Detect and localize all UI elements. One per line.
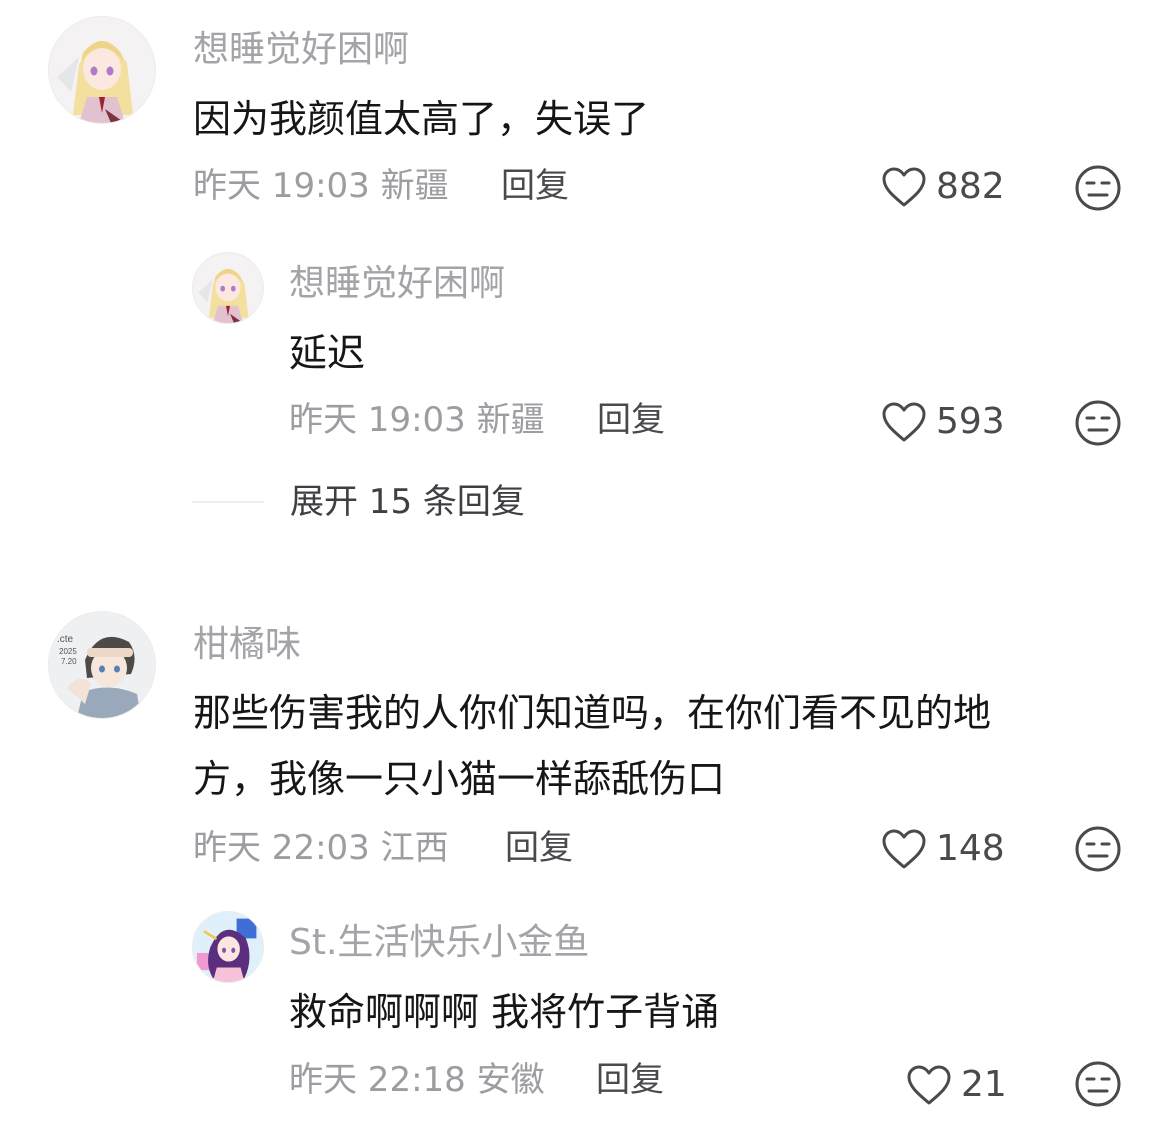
svg-text:2025: 2025 [59, 647, 77, 656]
comment-meta: 昨天 22:03 江西 [193, 828, 449, 868]
comment-content-line: 那些伤害我的人你们知道吗，在你们看不见的地 [193, 691, 992, 735]
neutral-face-icon [1075, 165, 1121, 211]
avatar[interactable] [192, 252, 264, 324]
expand-replies-button[interactable]: 展开 15 条回复 [192, 482, 525, 522]
avatar[interactable] [48, 16, 156, 124]
anime-boy-avatar-image: .cte 2025 7.20 [49, 612, 155, 718]
comment-location: 新疆 [380, 166, 449, 206]
reply-username[interactable]: St.生活快乐小金鱼 [289, 923, 589, 963]
comment-location: 江西 [380, 828, 449, 868]
reply-button[interactable]: 回复 [597, 400, 665, 440]
comment-content: 那些伤害我的人你们知道吗，在你们看不见的地 方，我像一只小猫一样舔舐伤口 [193, 680, 1133, 812]
comment-content: 因为我颜值太高了，失误了 [193, 97, 650, 141]
like-count: 593 [936, 401, 1005, 442]
dislike-button[interactable] [1074, 164, 1122, 212]
dislike-button[interactable] [1074, 1060, 1122, 1108]
comment-time: 昨天 22:03 [193, 828, 370, 868]
dislike-button[interactable] [1074, 825, 1122, 873]
comment-username[interactable]: 想睡觉好困啊 [193, 30, 409, 70]
heart-outline-icon [882, 167, 926, 207]
neutral-face-icon [1075, 1061, 1121, 1107]
heart-outline-icon [882, 402, 926, 442]
divider-line [192, 501, 264, 503]
avatar[interactable]: .cte 2025 7.20 [48, 611, 156, 719]
neutral-face-icon [1075, 400, 1121, 446]
reply-button[interactable]: 回复 [505, 828, 573, 868]
reply-username[interactable]: 想睡觉好困啊 [289, 264, 505, 304]
heart-outline-icon [907, 1065, 951, 1105]
reply-content: 延迟 [289, 331, 366, 375]
like-button[interactable]: 148 [880, 824, 1005, 874]
like-count: 21 [961, 1064, 1007, 1105]
reply-button[interactable]: 回复 [501, 166, 569, 206]
dislike-button[interactable] [1074, 399, 1122, 447]
reply-location: 新疆 [476, 400, 545, 440]
anime-girl-avatar-image [49, 17, 155, 123]
like-count: 148 [936, 828, 1005, 869]
anime-girl-purple-hair-avatar-image [193, 912, 263, 982]
heart-outline-icon [882, 829, 926, 869]
comment-username[interactable]: 柑橘味 [193, 625, 301, 665]
reply-button[interactable]: 回复 [596, 1060, 664, 1100]
reply-time: 昨天 22:18 [289, 1060, 466, 1100]
like-button[interactable]: 882 [880, 162, 1005, 212]
like-count: 882 [936, 166, 1005, 207]
neutral-face-icon [1075, 826, 1121, 872]
svg-text:.cte: .cte [57, 634, 74, 645]
anime-girl-avatar-image [193, 253, 263, 323]
comment-content-line: 方，我像一只小猫一样舔舐伤口 [193, 757, 726, 801]
reply-location: 安徽 [476, 1060, 545, 1100]
like-button[interactable]: 593 [880, 397, 1005, 447]
comment-time: 昨天 19:03 [193, 166, 370, 206]
reply-time: 昨天 19:03 [289, 400, 466, 440]
avatar[interactable] [192, 911, 264, 983]
reply-meta: 昨天 19:03 新疆 [289, 400, 545, 440]
expand-replies-label: 展开 15 条回复 [290, 482, 525, 522]
like-button[interactable]: 21 [905, 1060, 1007, 1110]
reply-meta: 昨天 22:18 安徽 [289, 1060, 545, 1100]
comment-meta: 昨天 19:03 新疆 [193, 166, 449, 206]
reply-content: 救命啊啊啊 我将竹子背诵 [289, 990, 720, 1034]
svg-text:7.20: 7.20 [61, 657, 77, 666]
comment-section: 想睡觉好困啊 因为我颜值太高了，失误了 昨天 19:03 新疆 回复 882 想… [0, 0, 1169, 1131]
